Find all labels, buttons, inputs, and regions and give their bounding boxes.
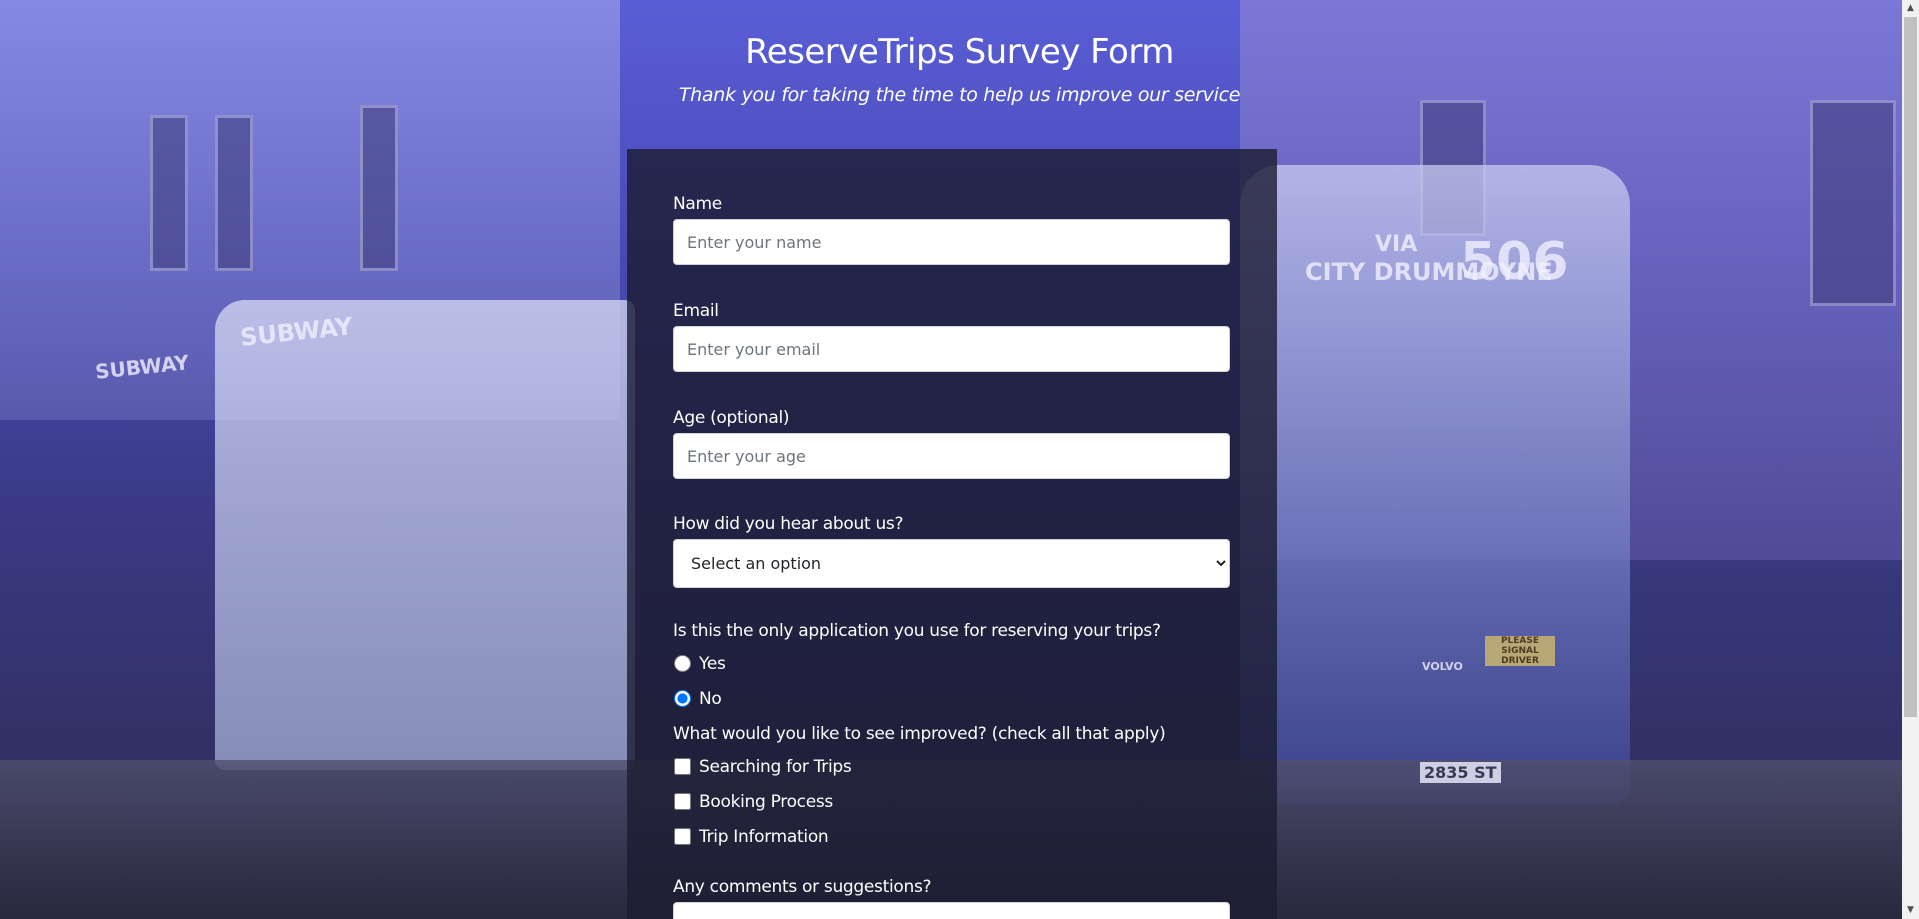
improve-checkbox-trip-info[interactable] xyxy=(674,828,691,845)
scrollbar-thumb[interactable] xyxy=(1904,17,1917,717)
scroll-up-arrow-icon[interactable]: ▲ xyxy=(1902,0,1919,17)
email-input[interactable] xyxy=(673,326,1230,372)
background-window xyxy=(215,115,253,271)
source-label: How did you hear about us? xyxy=(673,514,904,534)
improve-option-booking[interactable]: Booking Process xyxy=(673,784,1230,819)
source-select[interactable]: Select an option xyxy=(673,539,1230,588)
improve-option-booking-label: Booking Process xyxy=(699,791,833,812)
email-label: Email xyxy=(673,301,719,321)
background-bus-via: VIA xyxy=(1375,232,1418,257)
background-window xyxy=(1810,100,1896,306)
name-group: Name xyxy=(673,193,1230,265)
survey-form: Name Email Age (optional) How did you he… xyxy=(627,149,1277,919)
name-label: Name xyxy=(673,194,722,214)
background-bus-left xyxy=(215,300,635,770)
background-bus-route: 506 xyxy=(1460,232,1569,292)
improve-option-trip-info[interactable]: Trip Information xyxy=(673,819,1230,854)
source-group: How did you hear about us? Select an opt… xyxy=(673,513,1230,588)
background-window xyxy=(150,115,188,271)
age-group: Age (optional) xyxy=(673,407,1230,479)
comments-textarea[interactable] xyxy=(673,902,1230,919)
only-app-option-no[interactable]: No xyxy=(673,681,1230,716)
only-app-group: Is this the only application you use for… xyxy=(673,620,1230,716)
only-app-option-no-label: No xyxy=(699,688,722,709)
improve-group: What would you like to see improved? (ch… xyxy=(673,723,1230,854)
improve-checkbox-booking[interactable] xyxy=(674,793,691,810)
page-subtitle: Thank you for taking the time to help us… xyxy=(678,84,1241,106)
only-app-option-yes[interactable]: Yes xyxy=(673,646,1230,681)
improve-label: What would you like to see improved? (ch… xyxy=(673,724,1166,744)
page-scrollbar[interactable]: ▲ ▼ xyxy=(1902,0,1919,919)
only-app-radio-yes[interactable] xyxy=(674,655,691,672)
page: SUBWAY SUBWAY VIA CITY DRUMMOYNE 506 VOL… xyxy=(0,0,1919,919)
age-input[interactable] xyxy=(673,433,1230,479)
only-app-options: Yes No xyxy=(673,646,1230,716)
survey-header: ReserveTrips Survey Form Thank you for t… xyxy=(0,0,1919,108)
background-window xyxy=(360,105,398,271)
only-app-label: Is this the only application you use for… xyxy=(673,621,1161,641)
page-title: ReserveTrips Survey Form xyxy=(745,32,1174,72)
improve-option-searching-label: Searching for Trips xyxy=(699,756,852,777)
only-app-radio-no[interactable] xyxy=(674,690,691,707)
background-bus-plate: 2835 ST xyxy=(1420,762,1501,783)
email-group: Email xyxy=(673,300,1230,372)
only-app-option-yes-label: Yes xyxy=(699,653,726,674)
comments-label: Any comments or suggestions? xyxy=(673,877,932,897)
background-bus-signal: PLEASE SIGNAL DRIVER xyxy=(1485,636,1555,666)
comments-group: Any comments or suggestions? xyxy=(673,876,1230,919)
improve-checkbox-searching[interactable] xyxy=(674,758,691,775)
improve-option-trip-info-label: Trip Information xyxy=(699,826,829,847)
age-label: Age (optional) xyxy=(673,408,790,428)
background-bus-brand: VOLVO xyxy=(1422,660,1463,673)
scroll-down-arrow-icon[interactable]: ▼ xyxy=(1902,902,1919,919)
improve-option-searching[interactable]: Searching for Trips xyxy=(673,749,1230,784)
name-input[interactable] xyxy=(673,219,1230,265)
improve-options: Searching for Trips Booking Process Trip… xyxy=(673,749,1230,854)
